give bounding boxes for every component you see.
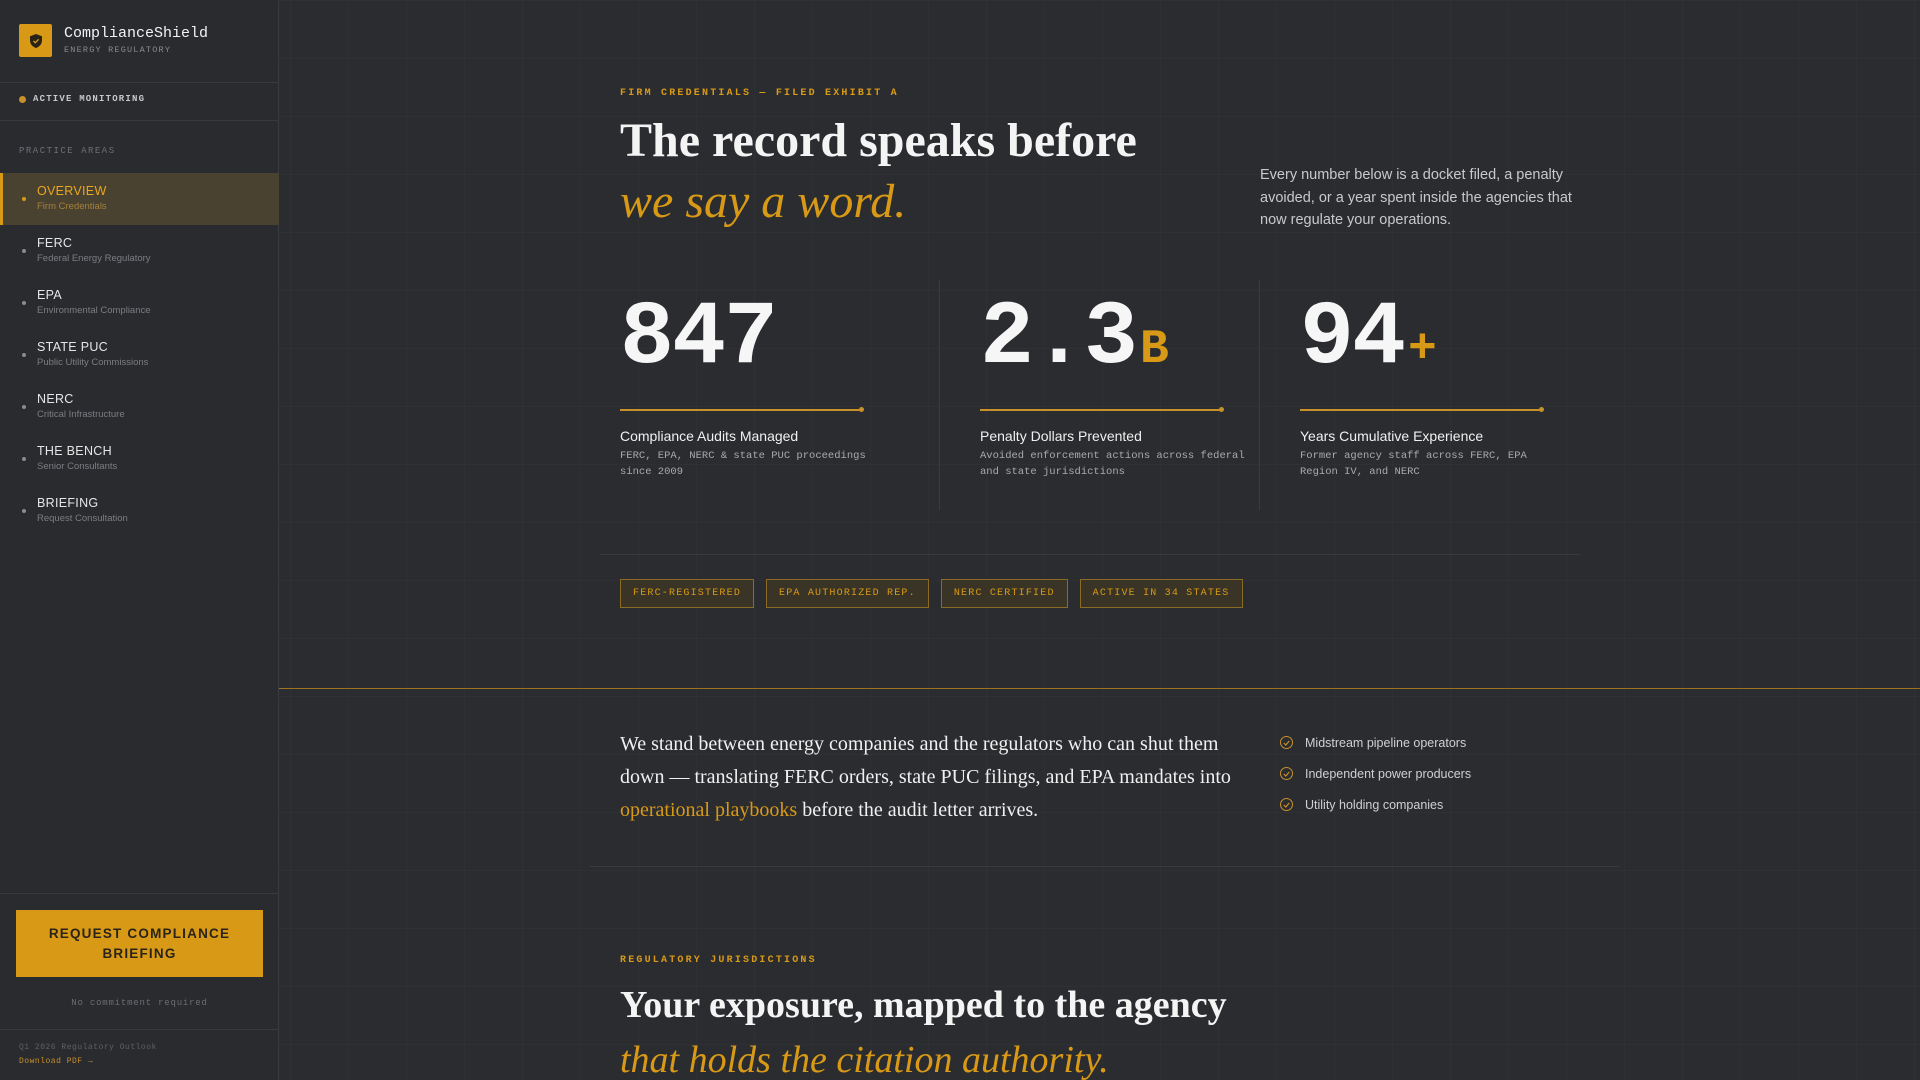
- practice-nav: OVERVIEW Firm Credentials FERC Federal E…: [0, 173, 279, 537]
- bullet-icon: [22, 197, 26, 201]
- list-item: Independent power producers: [1280, 758, 1471, 789]
- stat-label: Penalty Dollars Prevented: [980, 428, 1142, 444]
- divider: [1259, 280, 1260, 510]
- divider: [0, 893, 279, 894]
- stat-note: FERC, EPA, NERC & state PUC proceedings …: [620, 450, 866, 478]
- download-pdf-link[interactable]: Download PDF →: [19, 1057, 93, 1066]
- stat-underline: [620, 407, 864, 412]
- statement-highlight: operational playbooks: [620, 799, 798, 821]
- statement-text: We stand between energy companies and th…: [620, 733, 1231, 788]
- divider: [0, 120, 279, 121]
- list-item-label: Midstream pipeline operators: [1305, 735, 1467, 750]
- stat-experience: 94+ Years Cumulative Experience Former a…: [1300, 294, 1544, 478]
- credential-badges: FERC-REGISTERED EPA AUTHORIZED REP. NERC…: [620, 579, 1255, 608]
- hero-headline: The record speaks before: [620, 114, 1137, 167]
- stat-number: 2.3: [980, 288, 1138, 390]
- section-headline-accent: that holds the citation authority.: [620, 1039, 1109, 1080]
- nav-label: THE BENCH: [37, 444, 112, 458]
- cta-line-2: BRIEFING: [102, 945, 177, 961]
- bullet-icon: [22, 457, 26, 461]
- stat-underline: [980, 407, 1224, 412]
- divider: [0, 82, 279, 83]
- sidebar-item-epa[interactable]: EPA Environmental Compliance: [0, 277, 279, 329]
- cta-line-1: REQUEST COMPLIANCE: [48, 925, 231, 941]
- nav-label: EPA: [37, 288, 62, 302]
- list-item: Midstream pipeline operators: [1280, 727, 1471, 758]
- nav-label: FERC: [37, 236, 73, 250]
- brand-name: ComplianceShield: [64, 25, 209, 42]
- section-headline: Your exposure, mapped to the agency: [620, 984, 1227, 1026]
- check-circle-icon: [1280, 798, 1293, 811]
- sidebar-item-state-puc[interactable]: STATE PUC Public Utility Commissions: [0, 329, 279, 381]
- badge-active-states: ACTIVE IN 34 STATES: [1079, 579, 1243, 608]
- stat-label: Years Cumulative Experience: [1300, 428, 1484, 444]
- sidebar: ComplianceShield ENERGY REGULATORY ACTIV…: [0, 0, 279, 1080]
- nav-sublabel: Critical Infrastructure: [37, 409, 125, 420]
- sidebar-item-ferc[interactable]: FERC Federal Energy Regulatory: [0, 225, 279, 277]
- divider: [0, 1029, 279, 1030]
- stat-penalty: 2.3B Penalty Dollars Prevented Avoided e…: [980, 294, 1245, 478]
- bullet-icon: [22, 509, 26, 513]
- outlook-title: Q1 2026 Regulatory Outlook: [19, 1043, 157, 1052]
- check-circle-icon: [1280, 736, 1293, 749]
- brand-subtitle: ENERGY REGULATORY: [64, 45, 172, 55]
- sidebar-item-briefing[interactable]: BRIEFING Request Consultation: [0, 485, 279, 537]
- nav-label: BRIEFING: [37, 496, 99, 510]
- badge-epa-authorized: EPA AUTHORIZED REP.: [766, 579, 929, 608]
- stat-value: 2.3B: [980, 294, 1169, 394]
- check-circle-icon: [1280, 767, 1293, 780]
- hero-headline-accent: we say a word.: [620, 175, 907, 228]
- badge-ferc-registered: FERC-REGISTERED: [620, 579, 755, 608]
- stat-note: Avoided enforcement actions across feder…: [980, 450, 1245, 478]
- hero-eyebrow: FIRM CREDENTIALS — FILED EXHIBIT A: [620, 88, 899, 99]
- nav-sublabel: Public Utility Commissions: [37, 357, 149, 368]
- hero-description: Every number below is a docket filed, a …: [1260, 167, 1572, 228]
- bullet-icon: [22, 301, 26, 305]
- stat-number: 847: [620, 288, 778, 390]
- nav-label: STATE PUC: [37, 340, 108, 354]
- stat-underline: [1300, 407, 1544, 412]
- divider: [600, 554, 1580, 555]
- stat-label: Compliance Audits Managed: [620, 428, 799, 444]
- nav-label: NERC: [37, 392, 74, 406]
- nav-sublabel: Environmental Compliance: [37, 305, 151, 316]
- stat-suffix: +: [1408, 323, 1437, 377]
- divider: [590, 866, 1620, 867]
- bullet-icon: [22, 405, 26, 409]
- statement-text: before the audit letter arrives.: [797, 799, 1039, 821]
- stat-number: 94: [1300, 288, 1406, 390]
- sidebar-item-overview[interactable]: OVERVIEW Firm Credentials: [0, 173, 279, 225]
- stat-value: 94+: [1300, 294, 1437, 394]
- request-briefing-button[interactable]: REQUEST COMPLIANCE BRIEFING: [16, 910, 263, 977]
- section-eyebrow: REGULATORY JURISDICTIONS: [620, 955, 817, 966]
- nav-sublabel: Firm Credentials: [37, 201, 107, 212]
- nav-section-title: PRACTICE AREAS: [19, 146, 116, 156]
- stat-audits: 847 Compliance Audits Managed FERC, EPA,…: [620, 294, 866, 478]
- brand[interactable]: ComplianceShield ENERGY REGULATORY: [19, 24, 208, 57]
- section-divider: [279, 688, 1920, 689]
- sidebar-item-nerc[interactable]: NERC Critical Infrastructure: [0, 381, 279, 433]
- stat-note: Former agency staff across FERC, EPA Reg…: [1300, 450, 1527, 478]
- nav-label: OVERVIEW: [37, 184, 107, 198]
- list-item: Utility holding companies: [1280, 789, 1471, 820]
- status-label: ACTIVE MONITORING: [33, 94, 146, 104]
- list-item-label: Utility holding companies: [1305, 797, 1444, 812]
- stat-suffix: B: [1140, 323, 1169, 377]
- divider: [939, 280, 940, 510]
- sidebar-item-the-bench[interactable]: THE BENCH Senior Consultants: [0, 433, 279, 485]
- cta-note: No commitment required: [71, 998, 208, 1008]
- nav-sublabel: Federal Energy Regulatory: [37, 253, 151, 264]
- badge-nerc-certified: NERC CERTIFIED: [940, 579, 1068, 608]
- stat-value: 847: [620, 294, 780, 394]
- client-types-list: Midstream pipeline operators Independent…: [1280, 727, 1471, 820]
- bullet-icon: [22, 353, 26, 357]
- nav-sublabel: Request Consultation: [37, 513, 128, 524]
- shield-logo-icon: [19, 24, 52, 57]
- status-indicator: ACTIVE MONITORING: [19, 94, 145, 104]
- firm-statement: We stand between energy companies and th…: [620, 728, 1240, 827]
- nav-sublabel: Senior Consultants: [37, 461, 118, 472]
- status-dot-icon: [19, 95, 26, 103]
- bullet-icon: [22, 249, 26, 253]
- list-item-label: Independent power producers: [1305, 766, 1472, 781]
